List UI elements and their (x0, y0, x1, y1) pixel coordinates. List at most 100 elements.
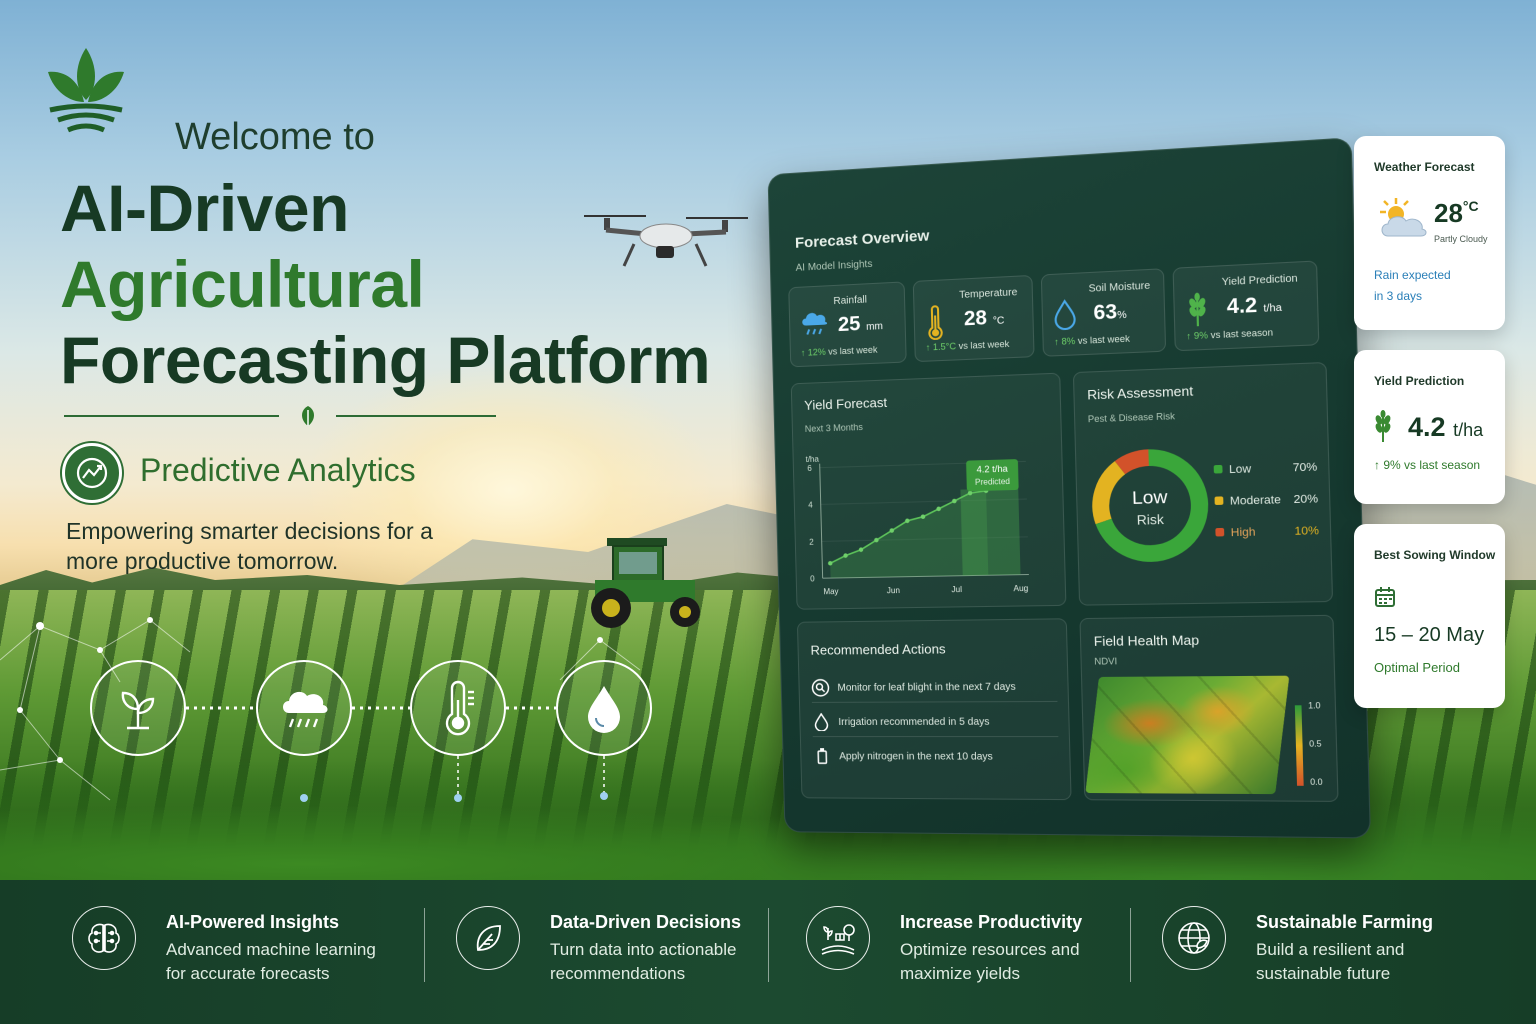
stat-value: 28 °C (963, 306, 1005, 331)
stat-change: ↑ 8% vs last week (1053, 333, 1131, 348)
tagline: Empowering smarter decisions for a more … (66, 518, 433, 574)
feature-productivity[interactable]: Increase Productivity Optimize resources… (806, 906, 1106, 1002)
recommended-actions-card[interactable]: Recommended Actions Monitor for leaf bli… (796, 618, 1072, 801)
yield-prediction-widget[interactable]: Yield Prediction 4.2 t/ha ↑ 9% vs last s… (1354, 350, 1505, 504)
thermometer-icon (410, 660, 506, 756)
crops-icon (806, 906, 870, 970)
wheat-icon (1187, 292, 1208, 329)
predicted-region (960, 488, 1021, 576)
sowing-title: Best Sowing Window (1374, 548, 1496, 562)
thermometer-small-icon (925, 305, 946, 341)
y-tick-label: 0 (810, 574, 815, 583)
x-tick-label: May (823, 587, 838, 596)
risk-assessment-card[interactable]: Risk Assessment Pest & Disease Risk Low … (1072, 361, 1334, 606)
rain-icon (802, 312, 828, 337)
brain-icon (72, 906, 136, 970)
weather-forecast-widget[interactable]: Weather Forecast 28°C Partly Cloudy Rain… (1354, 136, 1505, 330)
dashboard-title: Forecast Overview (794, 227, 930, 252)
risk-title: Risk Assessment (1086, 383, 1194, 403)
feature-data-driven[interactable]: Data-Driven Decisions Turn data into act… (456, 906, 756, 1002)
predictive-analytics-label: Predictive Analytics (140, 452, 416, 488)
x-tick-label: Jul (951, 585, 962, 594)
stat-label: Yield Prediction (1221, 273, 1298, 289)
water-drop-small-icon (1053, 299, 1077, 331)
calendar-icon (1375, 587, 1395, 607)
ndvi-scale-mid: 0.5 (1309, 739, 1322, 749)
leaf-icon (456, 906, 520, 970)
weather-note-2: in 3 days (1374, 289, 1423, 303)
wheat-icon (1375, 410, 1391, 442)
partly-cloudy-icon (1380, 198, 1427, 237)
risk-donut-chart: Low Risk (1084, 441, 1216, 569)
y-tick-label: 6 (807, 464, 812, 473)
action-text: Apply nitrogen in the next 10 days (839, 751, 993, 763)
best-sowing-window-widget[interactable]: Best Sowing Window 15 – 20 May Optimal P… (1354, 524, 1505, 708)
feature-ai-insights[interactable]: AI-Powered Insights Advanced machine lea… (72, 906, 402, 1002)
forecast-dashboard: Forecast Overview AI Model Insights Rain… (767, 137, 1371, 839)
stat-label: Rainfall (833, 294, 868, 308)
feature-footer: AI-Powered Insights Advanced machine lea… (0, 880, 1536, 1024)
y-unit-label: t/ha (805, 455, 819, 465)
ndvi-scale-max: 1.0 (1308, 700, 1321, 711)
stat-change: ↑ 9% vs last season (1186, 327, 1274, 342)
stat-change: ↑ 1.5°C vs last week (925, 338, 1010, 353)
stat-card-yield-prediction[interactable]: Yield Prediction 4.2 t/ha ↑ 9% vs last s… (1172, 260, 1320, 352)
action-item[interactable]: Monitor for leaf blight in the next 7 da… (811, 671, 1058, 703)
action-text: Irrigation recommended in 5 days (838, 716, 990, 729)
feature-desc: Build a resilient and sustainable future (1256, 940, 1405, 983)
donut-center-line2: Risk (1137, 511, 1165, 527)
feature-desc: Advanced machine learning for accurate f… (166, 940, 376, 983)
water-drop-icon (812, 713, 830, 731)
y-tick-label: 2 (809, 537, 814, 546)
x-tick-label: Jun (887, 586, 900, 595)
feature-title: Data-Driven Decisions (550, 912, 742, 932)
yield-widget-change: ↑ 9% vs last season (1374, 458, 1481, 472)
x-tick-label: Aug (1013, 584, 1028, 594)
donut-center-line1: Low (1132, 486, 1168, 508)
sowing-dates: 15 – 20 May (1374, 624, 1485, 646)
water-drop-icon (556, 660, 652, 756)
y-axis (820, 464, 823, 579)
stat-value: 4.2 t/ha (1226, 294, 1282, 319)
feature-title: Increase Productivity (900, 912, 1083, 932)
globe-icon (1162, 906, 1226, 970)
stat-change: ↑ 12% vs last week (800, 344, 878, 358)
y-tick-label: 4 (808, 501, 813, 510)
feature-desc: Optimize resources and maximize yields (900, 940, 1080, 983)
dashboard-subtitle: AI Model Insights (795, 258, 873, 274)
title-line-3: Forecasting Platform (60, 323, 711, 397)
yield-widget-value: 4.2 t/ha (1408, 412, 1484, 442)
title-line-1: AI-Driven (60, 171, 349, 245)
footer-divider (1130, 908, 1131, 982)
title-line-2: Agricultural (60, 247, 425, 321)
stat-label: Soil Moisture (1088, 280, 1151, 295)
stat-card-temperature[interactable]: Temperature 28 °C ↑ 1.5°C vs last week (912, 274, 1035, 363)
feature-sustainable[interactable]: Sustainable Farming Build a resilient an… (1162, 906, 1482, 1002)
yield-widget-title: Yield Prediction (1374, 374, 1465, 388)
stat-card-soil-moisture[interactable]: Soil Moisture 63% ↑ 8% vs last week (1040, 268, 1167, 357)
ndvi-map[interactable] (1085, 675, 1290, 795)
sowing-note: Optimal Period (1374, 660, 1460, 675)
action-text: Monitor for leaf blight in the next 7 da… (837, 681, 1016, 694)
risk-legend-high: High 10% (1215, 525, 1319, 540)
ndvi-scale-min: 0.0 (1310, 777, 1323, 787)
yield-forecast-subtitle: Next 3 Months (804, 421, 863, 434)
footer-divider (768, 908, 769, 982)
feature-title: Sustainable Farming (1256, 912, 1434, 932)
action-item[interactable]: Apply nitrogen in the next 10 days (813, 741, 1059, 772)
predictive-analytics-icon (62, 443, 122, 503)
brand-logo-icon (48, 48, 124, 133)
field-health-map-card[interactable]: Field Health Map NDVI 1.0 0.5 0.0 (1079, 614, 1339, 802)
divider-leaf-icon (302, 406, 314, 426)
donut-slice-high (1120, 458, 1149, 468)
yield-forecast-chart: t/ha 0 2 4 6 May Jun Jul Aug 4.2 t/ha Predicted (805, 455, 1058, 596)
search-icon (811, 679, 829, 697)
risk-legend-low: Low 70% (1213, 461, 1317, 477)
yield-forecast-card[interactable]: Yield Forecast Next 3 Months t/ha 0 2 4 6 Ma… (790, 372, 1067, 610)
stat-label: Temperature (959, 286, 1018, 302)
stat-card-rainfall[interactable]: Rainfall 25 mm ↑ 12% vs last week (788, 281, 907, 368)
footer-divider (424, 908, 425, 982)
weather-note-1: Rain expected (1374, 268, 1451, 282)
action-item[interactable]: Irrigation recommended in 5 days (812, 706, 1059, 738)
title-divider (64, 404, 496, 428)
